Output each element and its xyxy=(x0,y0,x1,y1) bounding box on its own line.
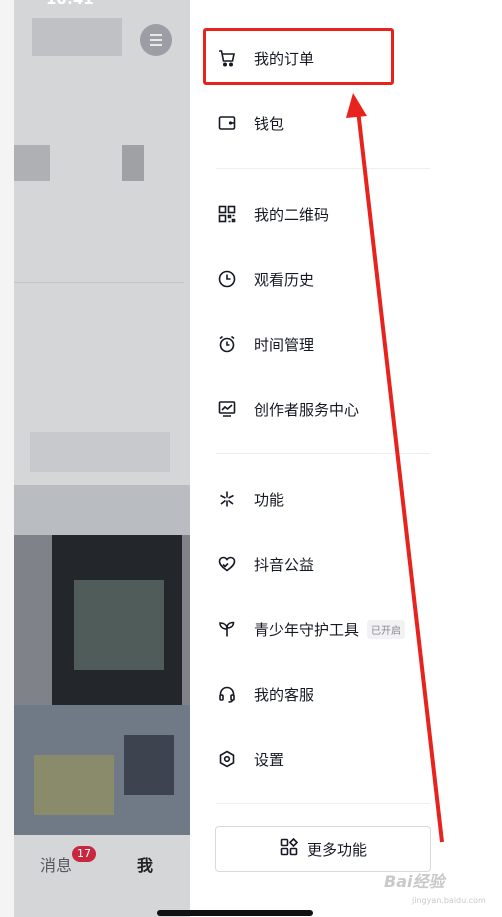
watermark: Bai经验 xyxy=(384,872,445,891)
watermark-url: jingyan.baidu.com xyxy=(412,896,486,905)
annotation-arrow xyxy=(346,93,444,843)
